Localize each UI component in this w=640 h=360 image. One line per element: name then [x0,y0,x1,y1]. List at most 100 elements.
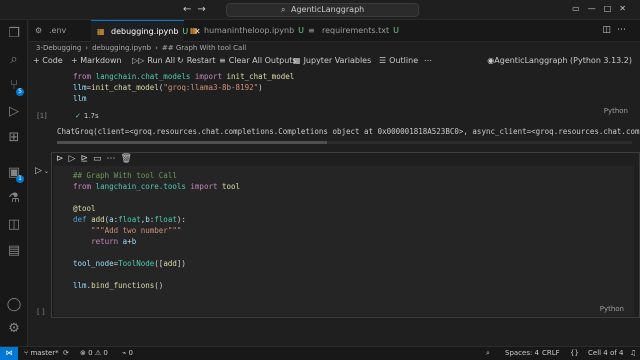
status-bar: ⋈ ⑂ master* ⟳ ⊗ 0 ⚠ 0 ⌁ 0 ⌕ Spaces: 4 CR… [0,346,640,360]
sync-icon[interactable]: ⟳ [63,347,69,360]
search-text: AgenticLanggraph [291,5,365,14]
cell-editor[interactable]: ## Graph With tool Call from langchain_c… [54,166,634,316]
notebook-toolbar: + Code + Markdown ▷▷ Run All ↻ Restart ≡ Cl… [29,54,640,68]
restart-button[interactable]: ↻ Restart [177,54,215,68]
run-below-icon[interactable]: ▷ [69,154,81,164]
braces-icon[interactable]: {} [570,347,579,360]
code-line: def add(a:float,b:float): [73,215,186,224]
database-icon[interactable]: ▤ [5,242,23,260]
zoom-icon[interactable]: ⌕ [486,347,490,360]
window-controls: ▭—□✕ [572,4,634,13]
tab-actions: ◫⋯ [602,25,632,35]
cell-position[interactable]: Cell 4 of 4 [588,347,623,360]
editor-tab-bar: ⚙ .env ▦ debugging.ipynb U ✕ ▦ humaninthe… [29,20,640,42]
run-cell-debug-icon[interactable]: ⊵ [80,154,93,164]
notifications-icon[interactable]: ♫ [630,347,636,360]
search-icon: ⌕ [281,5,286,14]
add-code-button[interactable]: + Code [33,54,63,68]
error-icon: ⊗ [80,349,86,357]
search-icon[interactable]: ⌕ [5,51,23,69]
delete-cell-icon[interactable]: 🗑 [121,154,137,164]
code-line: ## Graph With tool Call [73,171,177,180]
docker-icon[interactable]: ◫ [5,216,23,234]
code-cell-1[interactable]: from langchain.chat_models import init_c… [51,68,640,114]
execution-time: ✓ 1.7s [75,112,99,120]
extensions-icon[interactable]: ⊞ [5,129,23,147]
breadcrumb-file[interactable]: debugging.ipynb [92,44,151,52]
notebook-editor: from langchain.chat_models import init_c… [29,68,640,346]
jupyter-variables-button[interactable]: ▦ Jupyter Variables [293,54,371,68]
manage-gear-icon[interactable]: ⚙ [5,320,23,338]
source-control-badge: 5 [16,88,24,96]
source-control-icon[interactable]: ⑂ 5 [5,77,24,96]
ports-indicator[interactable]: ⌁ 0 [122,347,133,360]
cell-output: ChatGroq(client=<groq.resources.chat.com… [57,127,640,136]
add-markdown-button[interactable]: + Markdown [71,54,122,68]
problems-indicator[interactable]: ⊗ 0 ⚠ 0 [80,347,108,360]
kernel-picker[interactable]: ◉AgenticLanggraph (Python 3.13.2) [487,54,632,68]
more-cell-icon[interactable]: ⋯ [107,154,121,164]
more-toolbar-icon[interactable]: ⋯ [424,54,432,68]
line-ending[interactable]: CRLF [542,347,560,360]
more-actions-icon[interactable]: ⋯ [617,25,632,35]
code-line: from langchain.chat_models import init_c… [73,72,295,81]
code-line: tool_node=ToolNode([add]) [73,259,186,268]
run-all-icon: ▷▷ [132,56,145,65]
warning-icon: ⚠ [94,349,102,357]
maximize-icon[interactable]: □ [604,4,620,13]
testing-icon[interactable]: ⚗ [5,190,23,208]
notebook-icon: ▦ [190,26,198,35]
layout-icon[interactable]: ▭ [572,4,588,13]
code-line: llm=init_chat_model("groq:llama3-8b-8192… [73,83,263,92]
breadcrumb: 3-Debugging › debugging.ipynb › ## Graph Wit… [36,42,246,54]
run-above-icon[interactable]: ⊳ [56,154,69,164]
tab-requirements[interactable]: ≡ requirements.txt U [302,20,402,42]
gear-icon: ⚙ [35,26,43,35]
branch-icon: ⑂ [24,349,29,357]
chevron-down-icon[interactable]: ⌄ [44,168,49,175]
run-cell-button[interactable]: ▷ ⌄ [35,166,49,176]
run-all-button[interactable]: ▷▷ Run All [132,54,175,68]
chevron-right-icon: › [85,44,89,52]
split-cell-icon[interactable]: ▭ [93,154,107,164]
output-scrollbar[interactable] [57,141,632,144]
tab-debugging[interactable]: ▦ debugging.ipynb U ✕ [91,20,201,42]
check-icon: ✓ [75,112,81,120]
code-line: llm [73,94,87,103]
code-line: """Add two number""" [73,226,182,235]
command-center-search[interactable]: ⌕ AgenticLanggraph [226,3,419,17]
execution-count: [1] [37,112,47,120]
chevron-right-icon: › [155,44,158,52]
code-line: llm.bind_functions() [73,281,164,290]
restart-icon: ↻ [177,56,184,65]
minimize-icon[interactable]: — [588,4,604,13]
scrollbar-thumb[interactable] [57,141,327,144]
cell-toolbar: ⊳▷⊵▭⋯🗑 [56,154,137,166]
cell-language[interactable]: Python [600,305,624,313]
run-debug-icon[interactable]: ▷ [5,103,23,121]
breadcrumb-section[interactable]: ## Graph With tool Call [162,44,246,52]
remote-indicator-icon[interactable]: ⋈ [0,347,18,360]
tab-humanintheloop[interactable]: ▦ humanintheloop.ipynb U [184,20,304,42]
account-icon[interactable]: ◯ [5,296,23,314]
variables-icon: ▦ [293,56,301,65]
tab-env[interactable]: ⚙ .env [29,20,91,42]
clear-outputs-button[interactable]: ≡ Clear All Outputs [219,54,297,68]
explorer-icon[interactable]: ❐ [5,25,23,43]
arrow-left-icon[interactable]: ← [183,4,197,15]
remote-explorer-icon[interactable]: ▣ 1 [5,164,24,183]
cell-language: Python [603,107,628,115]
breadcrumb-folder[interactable]: 3-Debugging [36,44,81,52]
code-line: @tool [73,204,96,213]
file-icon: ≡ [308,26,315,35]
arrow-right-icon[interactable]: → [197,4,211,15]
close-icon[interactable]: ✕ [619,4,634,13]
split-editor-icon[interactable]: ◫ [602,25,617,35]
git-branch[interactable]: ⑂ master* [24,347,59,360]
activity-bar: ❐ ⌕ ⑂ 5 ▷ ⊞ ▣ 1 ⚗ ◫ ▤ ◯ ⚙ [0,20,28,346]
outline-icon: ☰ [379,56,387,65]
indentation[interactable]: Spaces: 4 [505,347,539,360]
code-line: from langchain_core.tools import tool [73,182,241,191]
outline-button[interactable]: ☰ Outline [379,54,418,68]
remote-badge: 1 [16,175,24,183]
